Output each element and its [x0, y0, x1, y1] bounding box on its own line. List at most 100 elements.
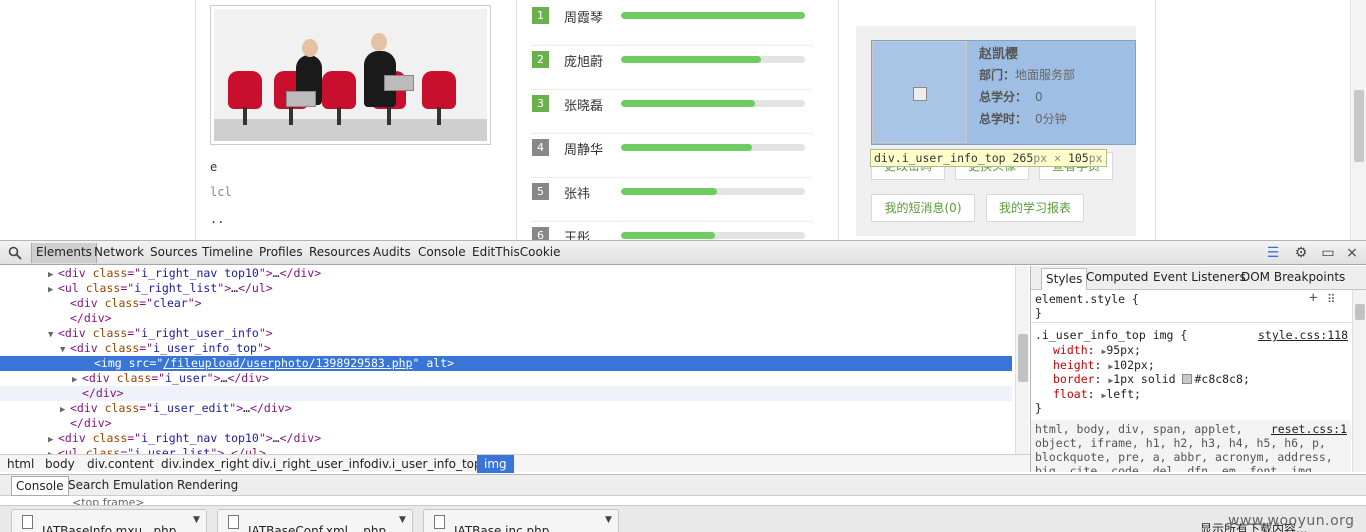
progress-bar	[621, 12, 805, 19]
rank-name[interactable]: 庞旭蔚	[564, 51, 603, 70]
dom-token: ="	[139, 341, 154, 355]
drawer-tab-console[interactable]: Console	[11, 476, 69, 496]
dom-node[interactable]: <div class="clear">	[0, 296, 1012, 311]
gear-icon[interactable]: ⚙	[1293, 245, 1309, 261]
tab-resources[interactable]: Resources	[309, 245, 370, 259]
css-declaration[interactable]: height: ▶102px;	[1053, 358, 1155, 372]
resource-link[interactable]: /fileupload/userphoto/1398929583.php	[163, 356, 412, 370]
ranking-row: 5 张祎	[531, 178, 812, 222]
featured-photo[interactable]	[210, 5, 491, 145]
sidebar-tab-dom-breakpoints[interactable]: DOM Breakpoints	[1241, 270, 1345, 284]
sidebar-tab-computed[interactable]: Computed	[1086, 270, 1148, 284]
rank-badge: 5	[532, 183, 549, 200]
close-icon[interactable]: ×	[1344, 245, 1360, 261]
download-item[interactable]: IATBase.inc.php ▼	[423, 509, 619, 532]
rule-source-link[interactable]: reset.css:1	[1271, 422, 1347, 436]
dom-token: class	[104, 401, 140, 415]
dom-node[interactable]: </div>	[0, 386, 1012, 401]
scrollbar-thumb[interactable]	[1018, 334, 1028, 382]
rank-name[interactable]: 张晓磊	[564, 95, 603, 114]
scrollbar-thumb[interactable]	[1354, 90, 1364, 162]
tab-elements[interactable]: Elements	[31, 243, 97, 263]
progress-fill	[621, 232, 715, 239]
rank-name[interactable]: 周静华	[564, 139, 603, 158]
dom-scrollbar[interactable]	[1015, 266, 1029, 454]
scrollbar-thumb[interactable]	[1355, 304, 1365, 320]
learning-report-button[interactable]: 我的学习报表	[986, 194, 1084, 222]
dom-node[interactable]: ▼ <div class="i_right_user_info">	[0, 326, 1012, 341]
sidebar-tab-event-listeners[interactable]: Event Listeners	[1153, 270, 1246, 284]
dom-token: ">	[210, 446, 225, 454]
dom-token: <div	[58, 431, 93, 445]
dom-node[interactable]: </div>	[0, 416, 1012, 431]
devtools-tab-bar: Elements Network Sources Timeline Profiles Re…	[0, 241, 1366, 265]
page-scrollbar[interactable]	[1350, 0, 1366, 240]
photo-image	[214, 9, 487, 141]
tab-profiles[interactable]: Profiles	[259, 245, 303, 259]
element-style-rule[interactable]: element.style {	[1035, 292, 1139, 306]
messages-button[interactable]: 我的短消息(0)	[871, 194, 975, 222]
tab-network[interactable]: Network	[94, 245, 144, 259]
breadcrumb-item[interactable]: img	[477, 455, 514, 473]
breadcrumb-item[interactable]: div.index_right	[161, 456, 249, 472]
dom-token: ="	[139, 401, 154, 415]
dom-node[interactable]: </div>	[0, 311, 1012, 326]
dom-tree[interactable]: ▶ <div class="i_right_nav top10">…</div> ▶…	[0, 266, 1015, 454]
rule-selector[interactable]: .i_user_info_top img {	[1035, 328, 1187, 342]
drawer-tab-emulation[interactable]: Emulation	[113, 478, 174, 492]
avatar[interactable]	[872, 41, 967, 143]
download-name: IATBaseConf.xml....php	[248, 524, 387, 532]
download-item[interactable]: IATBaseInfo.mxu...php ▼	[11, 509, 207, 532]
tab-editthiscookie[interactable]: EditThisCookie	[472, 245, 561, 259]
breadcrumb-item[interactable]: html	[7, 456, 34, 472]
drawer-tab-search[interactable]: Search	[68, 478, 109, 492]
chevron-down-icon[interactable]: ▼	[399, 515, 409, 525]
drawer-tab-rendering[interactable]: Rendering	[177, 478, 238, 492]
dom-token: i_user	[165, 371, 207, 385]
dom-node[interactable]: ▶ <div class="i_right_nav top10">…</div>	[0, 266, 1012, 281]
color-swatch[interactable]	[1182, 374, 1193, 384]
dom-token: ">	[258, 326, 273, 340]
breadcrumb-item[interactable]: div.i_user_info_top	[371, 456, 482, 472]
chevron-down-icon[interactable]: ▼	[605, 515, 615, 525]
css-selector-line: html, body, div, span, applet,	[1035, 422, 1243, 436]
dom-token: class	[85, 281, 121, 295]
css-declaration[interactable]: border: ▶1px solid #c8c8c8;	[1053, 372, 1250, 386]
rank-name[interactable]: 张祎	[564, 183, 590, 202]
download-item[interactable]: IATBaseConf.xml....php ▼	[217, 509, 413, 532]
dock-icon[interactable]: ▭	[1320, 245, 1336, 261]
dom-node[interactable]: ▶ <div class="i_right_nav top10">…</div>	[0, 431, 1012, 446]
rank-name[interactable]: 王彤	[564, 227, 590, 240]
web-page: e lcl .. 1 周霞琴 2 庞旭蔚 3 张晓磊 4 周静华 5 张祎 6 王彤 赵凯樱 部门：地…	[0, 0, 1366, 240]
tab-sources[interactable]: Sources	[150, 245, 197, 259]
dom-node[interactable]: ▼ <div class="i_user_info_top">	[0, 341, 1012, 356]
tab-console[interactable]: Console	[418, 245, 466, 259]
dom-node[interactable]: ▶<ul class="i_user_list">…</ul>	[0, 446, 1012, 454]
add-rule-icon[interactable]: +	[1309, 290, 1317, 306]
breadcrumb-item[interactable]: div.content	[87, 456, 154, 472]
dom-token: class	[92, 326, 128, 340]
css-declaration[interactable]: float: ▶left;	[1053, 387, 1141, 401]
sidebar-scrollbar[interactable]	[1352, 290, 1366, 472]
rank-name[interactable]: 周霞琴	[564, 7, 603, 26]
dom-token: <img	[94, 356, 129, 370]
dom-node[interactable]: ▶ <div class="i_user_edit">…</div>	[0, 401, 1012, 416]
chevron-down-icon[interactable]: ▼	[193, 515, 203, 525]
search-icon[interactable]	[8, 246, 22, 260]
tab-audits[interactable]: Audits	[373, 245, 411, 259]
breadcrumb-item[interactable]: div.i_right_user_info	[252, 456, 371, 472]
dom-token: >	[447, 356, 455, 370]
console-drawer-icon[interactable]: ☰	[1265, 245, 1281, 261]
css-declaration[interactable]: width: ▶95px;	[1053, 343, 1141, 357]
toggle-state-icon[interactable]: ⠿	[1327, 292, 1335, 306]
progress-fill	[621, 144, 752, 151]
sidebar-tab-styles[interactable]: Styles	[1041, 268, 1088, 290]
dom-node[interactable]: ▶ <div class="i_user">…</div>	[0, 371, 1012, 386]
dom-node[interactable]: ▶ <ul class="i_right_list">…</ul>	[0, 281, 1012, 296]
rule-source-link[interactable]: style.css:118	[1258, 328, 1348, 342]
file-icon	[434, 515, 445, 529]
tab-timeline[interactable]: Timeline	[202, 245, 253, 259]
rank-badge: 2	[532, 51, 549, 68]
breadcrumb-item[interactable]: body	[45, 456, 75, 472]
dom-node[interactable]: <img src="/fileupload/userphoto/13989295…	[0, 356, 1012, 371]
